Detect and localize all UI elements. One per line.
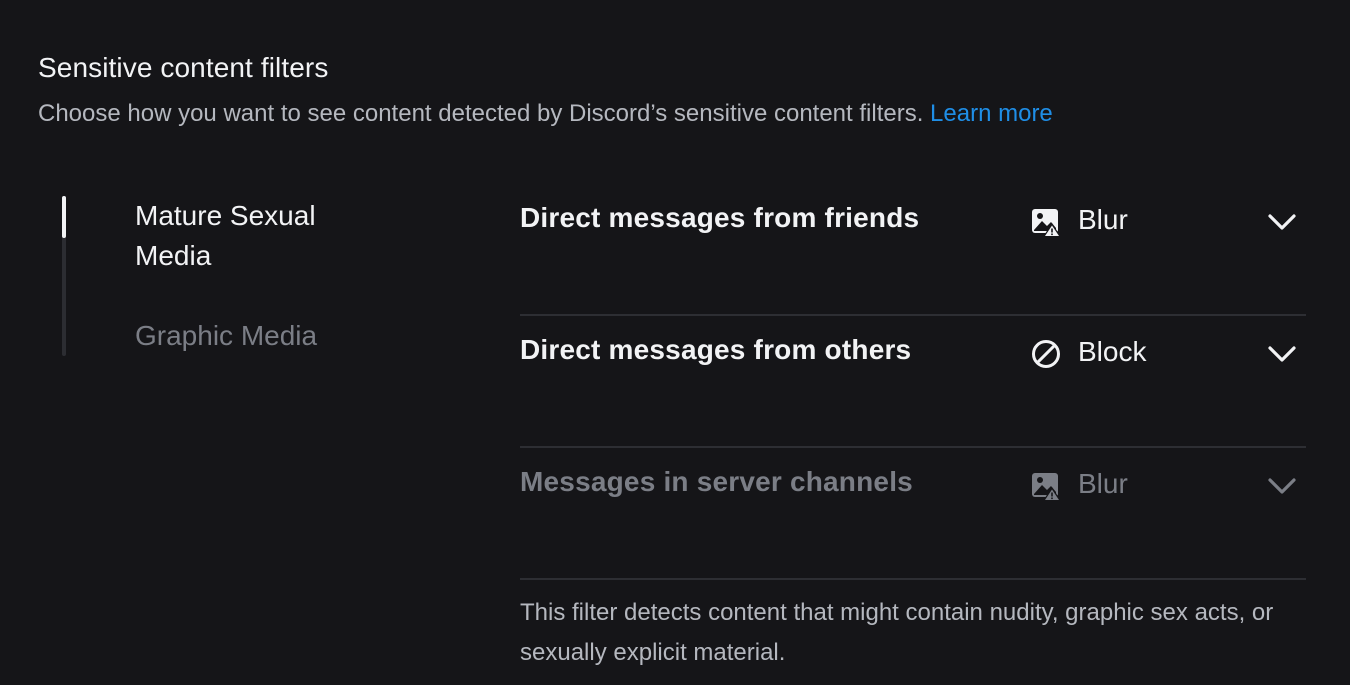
image-warning-icon [1032, 209, 1061, 237]
description-text: Choose how you want to see content detec… [38, 100, 924, 127]
section-title: Sensitive content filters [38, 52, 329, 83]
block-icon [1032, 340, 1060, 368]
sensitive-content-settings: Sensitive content filters Choose how you… [0, 0, 1350, 685]
image-warning-icon [1032, 473, 1061, 501]
filter-description: This filter detects content that might c… [520, 599, 1274, 666]
filter-category-tabs: Mature Sexual Media Graphic Media [60, 196, 380, 356]
friends-dms-filter-dropdown[interactable]: Blur [1030, 198, 1306, 246]
others-dms-filter-dropdown[interactable]: Block [1030, 330, 1306, 378]
row-label: Direct messages from others [520, 334, 912, 365]
server-channels-filter-dropdown: Blur [1030, 462, 1306, 510]
row-label: Direct messages from friends [520, 202, 920, 233]
filter-row-friends-dms: Direct messages from friends Blur [520, 182, 1306, 316]
active-tab-indicator [62, 196, 66, 238]
section-description: Choose how you want to see content detec… [38, 100, 1053, 128]
selected-option: Blur [1078, 204, 1128, 235]
selected-option: Block [1078, 336, 1147, 367]
learn-more-link[interactable]: Learn more [930, 100, 1053, 127]
chevron-down-icon [1268, 214, 1296, 230]
tab-graphic-media[interactable]: Graphic Media [135, 316, 395, 356]
tab-mature-sexual-media[interactable]: Mature Sexual Media [135, 196, 395, 276]
filter-row-others-dms: Direct messages from others Block [520, 314, 1306, 448]
chevron-down-icon [1268, 346, 1296, 362]
row-label: Messages in server channels [520, 466, 913, 497]
chevron-down-icon [1268, 478, 1296, 494]
selected-option: Blur [1078, 468, 1128, 499]
filter-row-server-channels: Messages in server channels Blur [520, 446, 1306, 580]
